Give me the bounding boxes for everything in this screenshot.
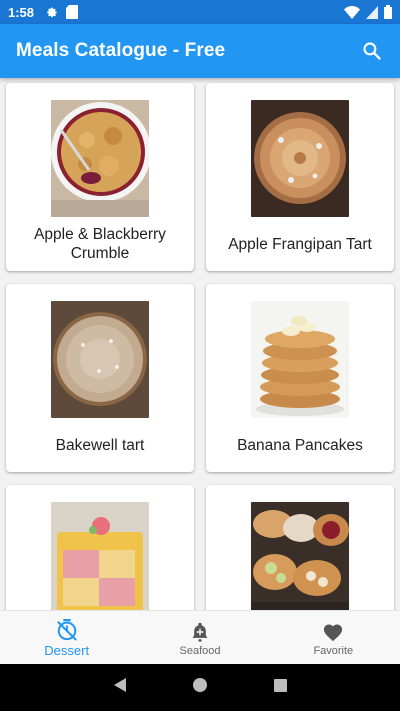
battery-icon — [384, 5, 392, 19]
nav-item-favorite[interactable]: Favorite — [267, 611, 400, 664]
recents-button[interactable] — [273, 678, 288, 698]
home-circle-icon — [193, 678, 208, 692]
back-button[interactable] — [112, 677, 128, 698]
back-triangle-icon — [114, 678, 127, 692]
status-bar: 1:58 — [0, 0, 400, 24]
nav-item-dessert[interactable]: Dessert — [0, 611, 133, 664]
heart-icon — [322, 619, 344, 645]
meal-name: Apple Frangipan Tart — [228, 235, 372, 253]
meal-name: Apple & Blackberry Crumble — [34, 226, 166, 262]
meal-image — [251, 502, 349, 610]
wifi-icon — [344, 5, 360, 19]
meal-image — [251, 100, 349, 217]
meal-image — [251, 301, 349, 418]
meal-image — [51, 100, 149, 217]
system-navigation-bar — [0, 664, 400, 711]
meal-grid: Apple & Blackberry Crumble Apple Frangip… — [0, 78, 400, 610]
meal-name: Banana Pancakes — [237, 436, 363, 454]
meal-card[interactable]: Bakewell tart — [6, 284, 194, 472]
meal-card[interactable] — [206, 485, 394, 610]
meal-card[interactable]: Banana Pancakes — [206, 284, 394, 472]
meal-image — [51, 502, 149, 610]
nav-label-favorite: Favorite — [313, 644, 354, 657]
search-button[interactable] — [358, 37, 386, 65]
status-time: 1:58 — [8, 4, 35, 20]
search-icon — [363, 42, 381, 60]
bottom-navigation: Dessert Seafood Favorite — [0, 610, 400, 664]
timer-icon — [56, 617, 78, 643]
home-button[interactable] — [192, 677, 208, 698]
settings-gear-icon — [44, 5, 58, 19]
meal-card[interactable] — [6, 485, 194, 610]
recents-square-icon — [273, 678, 287, 692]
nav-item-seafood[interactable]: Seafood — [133, 611, 266, 664]
meal-image — [51, 301, 149, 418]
meal-card[interactable]: Apple Frangipan Tart — [206, 83, 394, 271]
meal-card[interactable]: Apple & Blackberry Crumble — [6, 83, 194, 271]
nav-label-dessert: Dessert — [44, 643, 90, 658]
sd-card-icon — [66, 5, 79, 19]
bell-add-icon — [190, 619, 210, 645]
meal-name: Bakewell tart — [55, 436, 145, 454]
signal-icon — [366, 5, 378, 19]
nav-label-seafood: Seafood — [179, 644, 221, 657]
page-title: Meals Catalogue - Free — [16, 40, 226, 61]
app-bar: Meals Catalogue - Free — [0, 24, 400, 78]
